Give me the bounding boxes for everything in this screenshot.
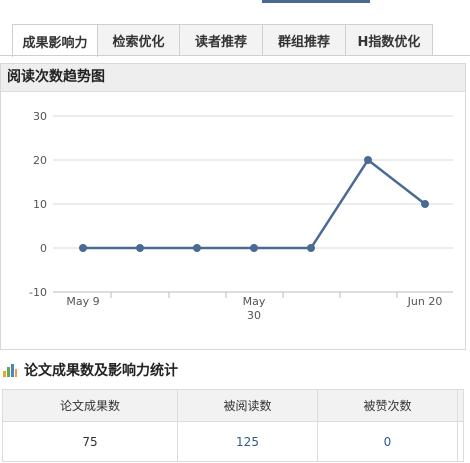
y-tick-label: 20 — [33, 154, 47, 167]
value-papers: 75 — [2, 421, 178, 462]
x-tick-label: Jun 20 — [407, 295, 443, 308]
data-point — [364, 156, 372, 164]
tab-impact[interactable]: 成果影响力 — [12, 24, 98, 57]
data-point — [193, 244, 201, 252]
x-tick-label: 30 — [247, 309, 261, 322]
stats-header-row: 论文成果数 被阅读数 被赞次数 — [2, 389, 464, 422]
x-tick-label: May 9 — [66, 295, 99, 308]
tab-reader-recommend[interactable]: 读者推荐 — [179, 24, 263, 55]
top-accent-bar — [262, 0, 370, 3]
y-tick-label: 30 — [33, 110, 47, 123]
tab-group-recommend[interactable]: 群组推荐 — [262, 24, 346, 55]
data-point — [421, 200, 429, 208]
value-likes-link[interactable]: 0 — [317, 421, 458, 462]
data-point — [136, 244, 144, 252]
tab-search-optimization[interactable]: 检索优化 — [97, 24, 180, 55]
y-tick-label: 0 — [40, 242, 47, 255]
y-tick-label: 10 — [33, 198, 47, 211]
stats-title-text: 论文成果数及影响力统计 — [24, 363, 178, 379]
header-likes: 被赞次数 — [317, 389, 458, 422]
data-point — [307, 244, 315, 252]
data-point — [250, 244, 258, 252]
x-tick-label: May — [243, 295, 266, 308]
bar-chart-icon — [3, 364, 17, 377]
value-reads-link[interactable]: 125 — [177, 421, 318, 462]
y-tick-label: -10 — [29, 286, 47, 299]
data-point — [79, 244, 87, 252]
header-reads: 被阅读数 — [177, 389, 318, 422]
tab-bar: 成果影响力 检索优化 读者推荐 群组推荐 H指数优化 — [12, 24, 433, 57]
trend-panel: 阅读次数趋势图 -10 0 10 20 30 May 9 May 30 Jun 20 — [0, 63, 466, 350]
stats-section-title: 论文成果数及影响力统计 — [2, 360, 178, 380]
stats-table: 论文成果数 被阅读数 被赞次数 75 125 0 — [2, 389, 464, 462]
tab-divider — [0, 55, 470, 56]
header-blank — [457, 389, 464, 422]
trend-chart: -100102030May 9 May30Jun 20 — [29, 110, 453, 322]
top-bar: 成果影响力 检索优化 读者推荐 群组推荐 H指数优化 — [0, 0, 470, 58]
value-blank — [457, 421, 464, 462]
header-papers: 论文成果数 — [2, 389, 178, 422]
tab-h-index[interactable]: H指数优化 — [345, 24, 433, 55]
trend-panel-title: 阅读次数趋势图 — [1, 64, 465, 92]
stats-value-row: 75 125 0 — [2, 421, 464, 462]
